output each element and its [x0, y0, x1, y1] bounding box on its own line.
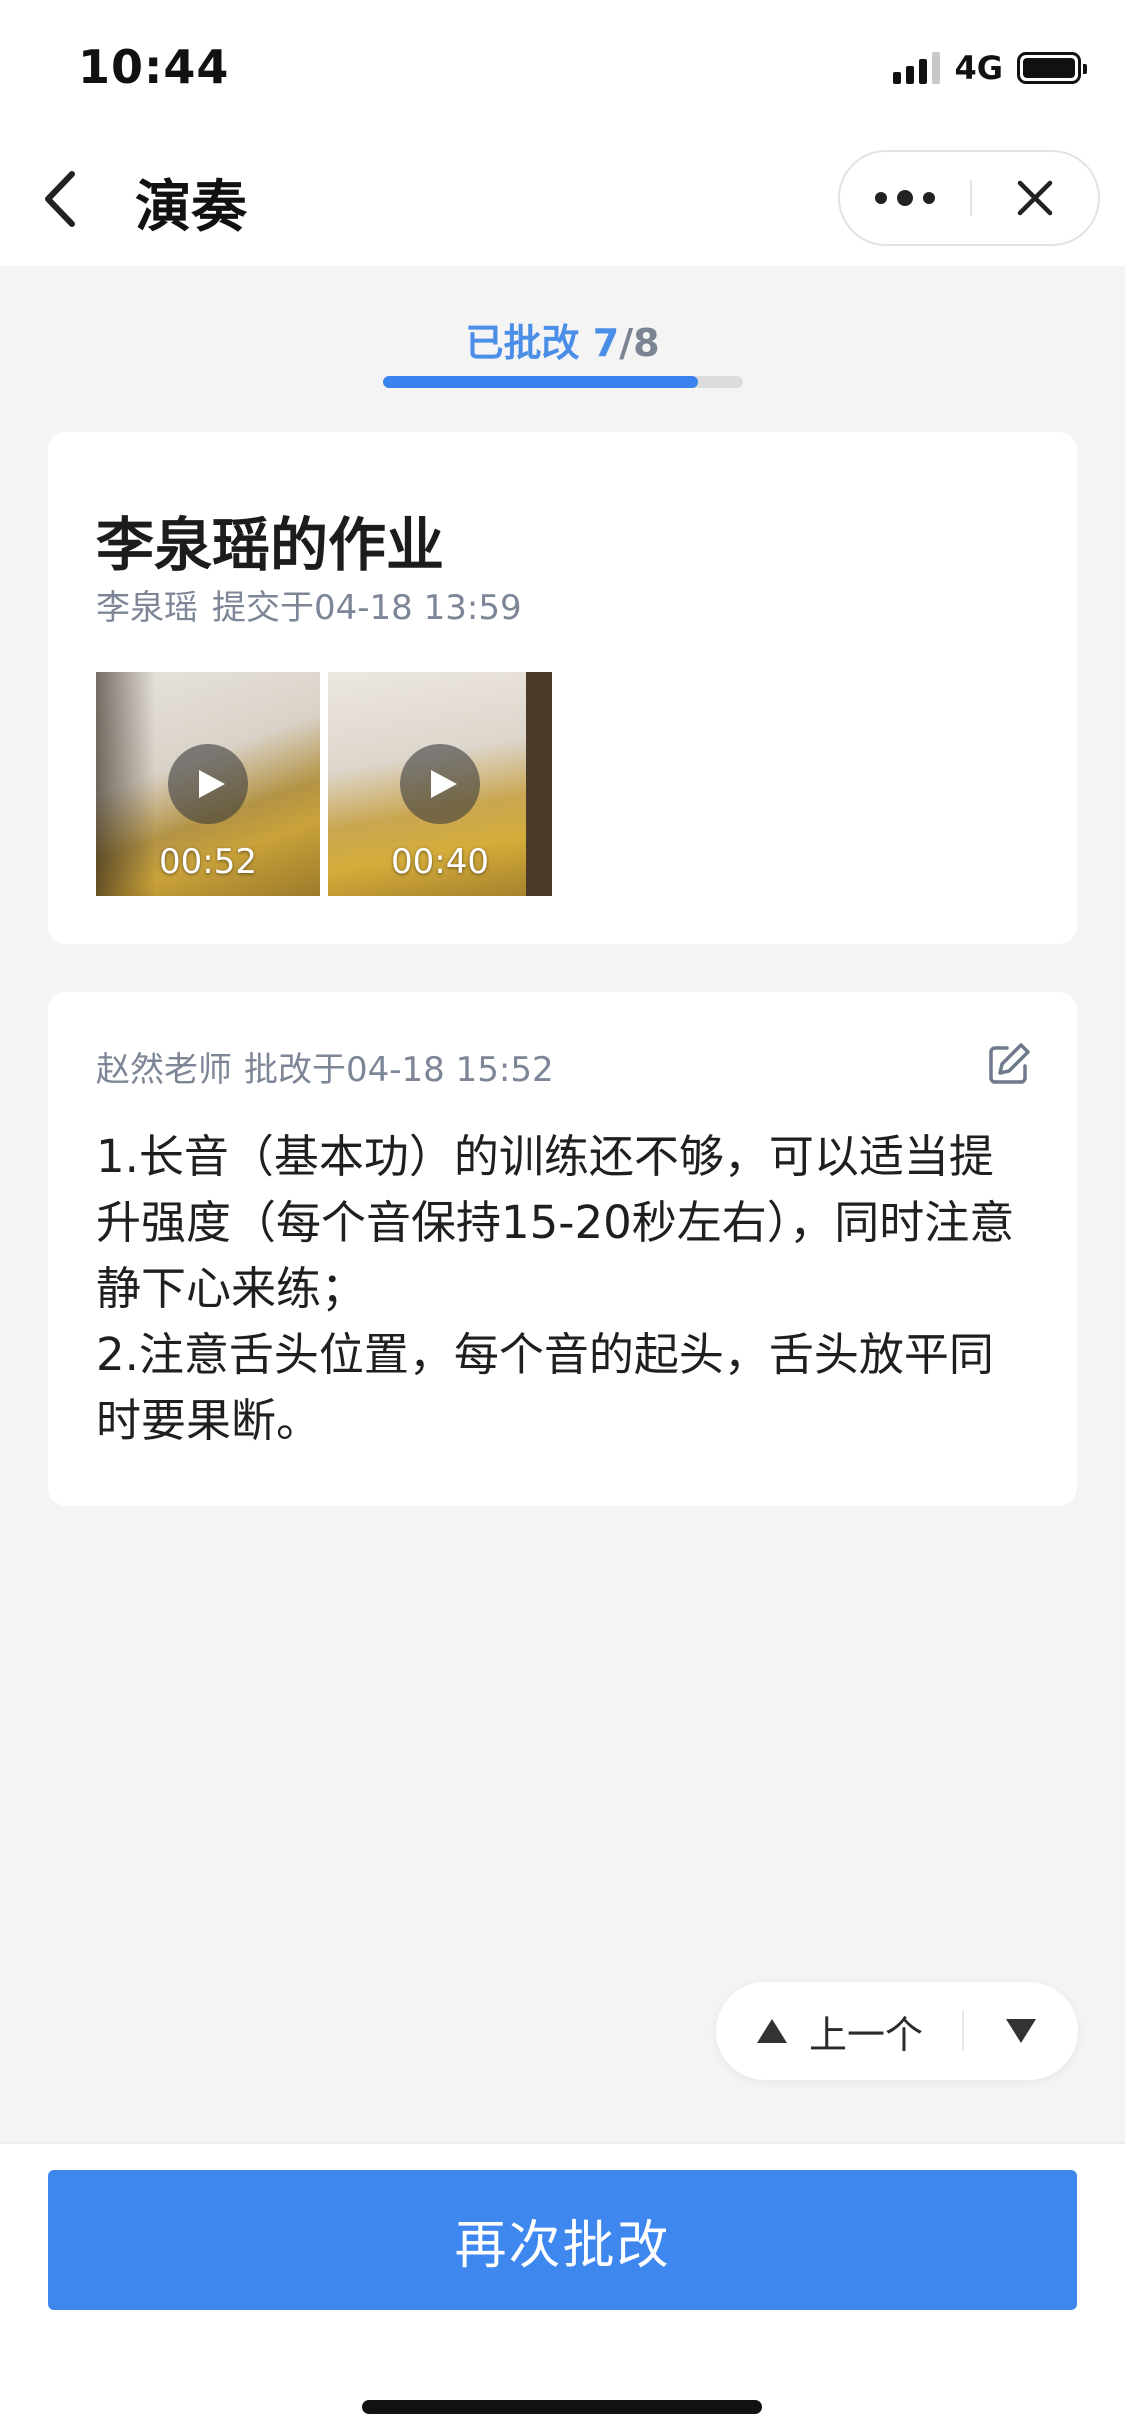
video-duration: 00:40 — [391, 842, 489, 882]
triangle-up-icon — [756, 2019, 787, 2043]
submit-time: 提交于04-18 13:59 — [212, 588, 522, 628]
chevron-left-icon — [45, 171, 75, 227]
signal-icon — [893, 52, 941, 84]
feedback-card: 赵然老师 批改于04-18 15:52 1.长音（基本功）的训练还不够，可以适当提… — [48, 992, 1077, 1506]
correct-time: 批改于04-18 15:52 — [244, 1050, 554, 1090]
close-icon — [1017, 180, 1053, 216]
feedback-meta: 赵然老师 批改于04-18 15:52 — [96, 1042, 554, 1091]
video-thumbnail[interactable]: 00:52 — [96, 672, 320, 896]
video-list: 00:52 00:40 — [96, 672, 552, 896]
triangle-down-icon — [1006, 2019, 1036, 2043]
regrade-button[interactable]: 再次批改 — [48, 2170, 1077, 2310]
prev-label: 上一个 — [808, 2012, 923, 2057]
status-icons: 4G — [893, 48, 1087, 88]
more-button[interactable] — [840, 152, 970, 244]
back-button[interactable] — [40, 164, 96, 234]
progress-label: 已批改 7/8 — [0, 312, 1125, 367]
home-indicator — [362, 2400, 762, 2414]
close-button[interactable] — [972, 152, 1098, 244]
homework-meta: 李泉瑶 提交于04-18 13:59 — [96, 580, 522, 629]
page-title: 演奏 — [135, 175, 247, 240]
play-icon[interactable] — [400, 744, 480, 824]
top-bar: 10:44 4G 演奏 — [0, 0, 1125, 266]
play-icon[interactable] — [168, 744, 248, 824]
homework-card: 李泉瑶的作业 李泉瑶 提交于04-18 13:59 00:52 00:40 — [48, 432, 1077, 944]
teacher-name: 赵然老师 — [96, 1050, 232, 1090]
battery-icon — [1017, 52, 1087, 84]
next-button[interactable] — [964, 1982, 1078, 2080]
pager: 上一个 — [716, 1982, 1078, 2080]
student-name: 李泉瑶 — [96, 588, 198, 628]
network-label: 4G — [954, 49, 1003, 87]
mini-program-capsule — [838, 150, 1100, 246]
homework-title: 李泉瑶的作业 — [96, 511, 445, 579]
progress-text: 已批改 — [465, 321, 580, 365]
video-duration: 00:52 — [159, 842, 257, 882]
progress-current: 7 — [592, 321, 620, 365]
more-icon — [875, 192, 887, 204]
progress-total: /8 — [619, 321, 660, 365]
edit-button[interactable] — [985, 1040, 1033, 1088]
prev-button[interactable]: 上一个 — [716, 1982, 962, 2080]
edit-icon — [989, 1043, 1030, 1084]
video-thumbnail[interactable]: 00:40 — [328, 672, 552, 896]
bottom-bar: 再次批改 — [0, 2142, 1125, 2436]
feedback-line: 1.长音（基本功）的训练还不够，可以适当提升强度（每个音保持15-20秒左右），… — [96, 1130, 1015, 1315]
status-time: 10:44 — [78, 40, 230, 94]
progress-bar — [383, 376, 743, 388]
progress-bar-fill — [383, 376, 698, 388]
feedback-line: 2.注意舌头位置，每个音的起头，舌头放平同时要果断。 — [96, 1328, 994, 1447]
feedback-text: 1.长音（基本功）的训练还不够，可以适当提升强度（每个音保持15-20秒左右），… — [96, 1124, 1036, 1454]
